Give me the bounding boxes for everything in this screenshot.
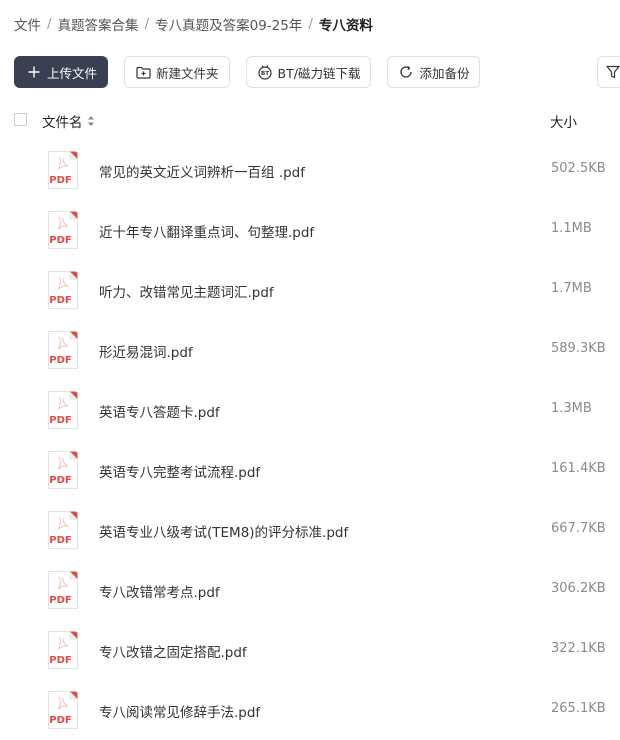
breadcrumb-separator: / [144,16,150,32]
breadcrumb: 文件 / 真题答案合集 / 专八真题及答案09-25年 / 专八资料 [14,14,373,34]
pdf-file-icon: PDF [46,570,80,610]
file-name[interactable]: 英语专业八级考试(TEM8)的评分标准.pdf [99,521,348,541]
svg-text:PDF: PDF [49,355,71,366]
svg-text:PDF: PDF [49,475,71,486]
add-backup-button-label: 添加备份 [419,65,470,81]
file-name[interactable]: 专八改错常考点.pdf [99,581,220,601]
refresh-icon [398,64,414,80]
file-size: 161.4KB [551,461,606,476]
file-row[interactable]: PDF 近十年专八翻译重点词、句整理.pdf 1.1MB [0,200,620,260]
file-name[interactable]: 形近易混词.pdf [99,341,193,361]
file-size: 1.7MB [551,281,592,296]
filter-button[interactable] [597,56,620,88]
file-name[interactable]: 近十年专八翻译重点词、句整理.pdf [99,221,314,241]
svg-text:PDF: PDF [49,175,71,186]
pdf-file-icon: PDF [46,210,80,250]
bt-magnet-download-button[interactable]: BT BT/磁力链下载 [245,56,372,88]
svg-text:PDF: PDF [49,295,71,306]
file-row[interactable]: PDF 英语专八完整考试流程.pdf 161.4KB [0,440,620,500]
file-row[interactable]: PDF 形近易混词.pdf 589.3KB [0,320,620,380]
toolbar: 上传文件 新建文件夹 BT BT/磁力链下载 添加备份 [14,56,496,88]
file-row[interactable]: PDF 英语专八答题卡.pdf 1.3MB [0,380,620,440]
file-row[interactable]: PDF 英语专业八级考试(TEM8)的评分标准.pdf 667.7KB [0,500,620,560]
pdf-file-icon: PDF [46,630,80,670]
file-name[interactable]: 英语专八答题卡.pdf [99,401,220,421]
upload-button[interactable]: 上传文件 [14,56,109,88]
svg-text:PDF: PDF [49,655,71,666]
breadcrumb-separator: / [47,16,52,32]
file-name[interactable]: 专八改错之固定搭配.pdf [99,641,247,661]
file-name[interactable]: 听力、改错常见主题词汇.pdf [99,281,274,301]
svg-text:BT: BT [261,71,269,77]
folder-plus-icon [135,64,151,80]
svg-text:PDF: PDF [49,595,71,606]
plus-icon [26,64,42,80]
file-size: 502.5KB [551,161,606,176]
file-row[interactable]: PDF 专八改错之固定搭配.pdf 322.1KB [0,620,620,680]
sort-icon[interactable] [87,115,95,127]
pdf-file-icon: PDF [46,690,80,730]
pdf-file-icon: PDF [46,330,80,370]
file-name[interactable]: 专八阅读常见修辞手法.pdf [99,701,260,721]
new-folder-button-label: 新建文件夹 [156,65,219,81]
file-size: 322.1KB [551,641,606,656]
upload-button-label: 上传文件 [47,65,98,81]
file-row[interactable]: PDF 听力、改错常见主题词汇.pdf 1.7MB [0,260,620,320]
file-name[interactable]: 英语专八完整考试流程.pdf [99,461,260,481]
add-backup-button[interactable]: 添加备份 [387,56,481,88]
file-size: 1.3MB [551,401,592,416]
file-size: 306.2KB [551,581,606,596]
file-list-header: 文件名 大小 [0,106,620,134]
new-folder-button[interactable]: 新建文件夹 [124,56,230,88]
file-size: 1.1MB [551,221,592,236]
file-row[interactable]: PDF 专八阅读常见修辞手法.pdf 265.1KB [0,680,620,740]
svg-text:PDF: PDF [49,535,71,546]
pdf-file-icon: PDF [46,450,80,490]
column-header-name-label: 文件名 [42,115,83,131]
filter-icon [606,65,620,79]
pdf-file-icon: PDF [46,390,80,430]
column-header-size[interactable]: 大小 [550,111,577,131]
file-row[interactable]: PDF 专八改错常考点.pdf 306.2KB [0,560,620,620]
breadcrumb-separator: / [308,16,313,32]
svg-text:PDF: PDF [49,715,71,726]
breadcrumb-item-tem8-exams[interactable]: 专八真题及答案09-25年 [155,14,302,34]
svg-text:PDF: PDF [49,415,71,426]
breadcrumb-item-files[interactable]: 文件 [14,14,41,34]
bt-magnet-download-button-label: BT/磁力链下载 [277,65,361,81]
svg-text:PDF: PDF [49,235,71,246]
select-all-checkbox[interactable] [14,113,27,126]
bt-magnet-icon: BT [257,64,273,80]
breadcrumb-item-answers[interactable]: 真题答案合集 [58,14,139,34]
file-row[interactable]: PDF 常见的英文近义词辨析一百组 .pdf 502.5KB [0,140,620,200]
breadcrumb-current: 专八资料 [318,18,373,34]
pdf-file-icon: PDF [46,150,80,190]
column-header-name[interactable]: 文件名 [42,111,95,131]
file-size: 667.7KB [551,521,606,536]
pdf-file-icon: PDF [46,270,80,310]
file-list: PDF 常见的英文近义词辨析一百组 .pdf 502.5KB PDF 近十年专八… [0,140,620,740]
file-size: 589.3KB [551,341,606,356]
file-size: 265.1KB [551,701,606,716]
file-name[interactable]: 常见的英文近义词辨析一百组 .pdf [99,161,305,181]
pdf-file-icon: PDF [46,510,80,550]
